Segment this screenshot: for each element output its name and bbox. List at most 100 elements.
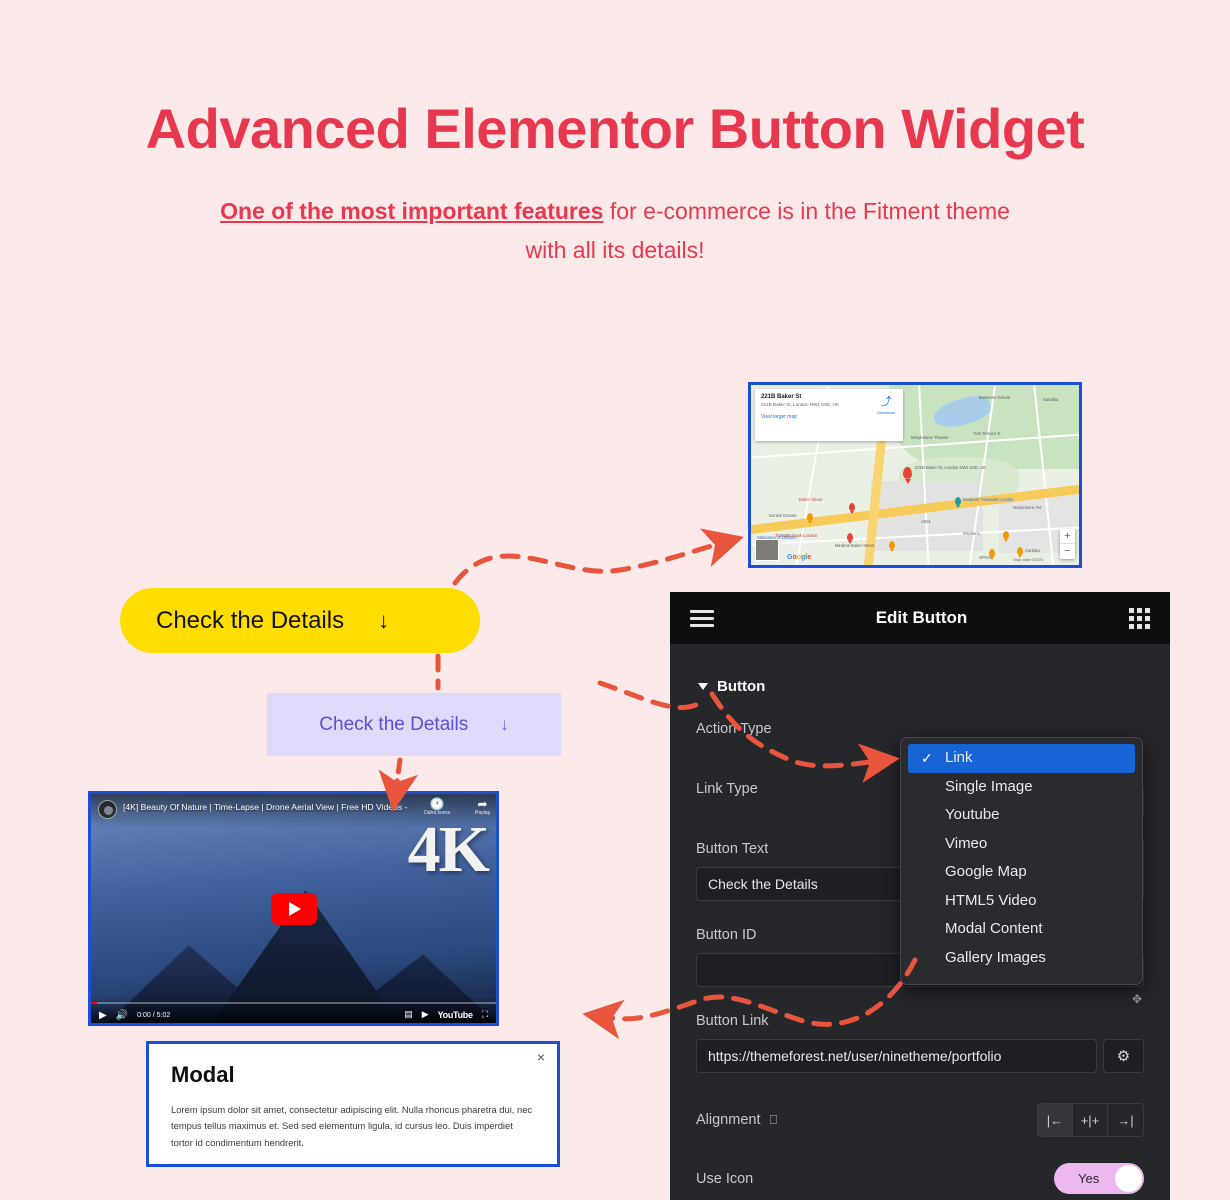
button-link-label: Button Link: [696, 1013, 769, 1029]
map-directions-button[interactable]: ⤴ Directions: [877, 396, 895, 416]
video-title[interactable]: [4K] Beauty Of Nature | Time-Lapse | Dro…: [123, 802, 410, 812]
arrow-down-icon: ↓: [378, 607, 390, 633]
hamburger-menu-icon[interactable]: [690, 606, 714, 631]
yellow-button-label: Check the Details: [156, 606, 345, 634]
widgets-grid-icon[interactable]: [1129, 607, 1150, 629]
use-icon-label: Use Icon: [696, 1170, 754, 1187]
map-zoom-out-button[interactable]: −: [1060, 544, 1075, 559]
map-label-mirabos: Mirabos Baker Street: [835, 543, 875, 548]
share-label: Paylaş: [474, 810, 490, 816]
button-link-field-group: https://themeforest.net/user/ninetheme/p…: [696, 1039, 1144, 1073]
arrow-purple-to-video: [378, 757, 419, 812]
arrow-down-icon: ↓: [500, 714, 509, 734]
action-type-label: Action Type: [696, 721, 772, 737]
map-marker-carlotta[interactable]: [1017, 547, 1023, 555]
dropdown-option-vimeo[interactable]: Vimeo: [901, 830, 1142, 859]
map-label-dunkin: Dunkin Donuts: [769, 513, 797, 518]
align-center-button[interactable]: +|+: [1073, 1104, 1108, 1136]
directions-icon: ⤴: [880, 396, 892, 408]
use-icon-toggle-value: Yes: [1078, 1171, 1100, 1186]
youtube-brand-label: YouTube: [437, 1009, 473, 1020]
section-button-header[interactable]: Button: [696, 644, 1144, 695]
row-action-type: Action Type: [696, 721, 1144, 737]
modal-dialog: × Modal Lorem ipsum dolor sit amet, cons…: [146, 1041, 560, 1167]
map-label-marylebone-rd: Marylebone Rd: [1013, 505, 1042, 510]
link-type-label: Link Type: [696, 781, 758, 797]
volume-icon[interactable]: 🔊: [116, 1010, 128, 1021]
modal-body-text: Lorem ipsum dolor sit amet, consectetur …: [171, 1104, 533, 1148]
dropdown-option-modal-content[interactable]: Modal Content: [901, 915, 1142, 944]
dropdown-option-link[interactable]: Link: [908, 744, 1135, 773]
map-label-business-school: Business School: [979, 395, 1010, 400]
map-marker-fischers[interactable]: [1003, 531, 1009, 539]
share-button[interactable]: ➦ Paylaş: [475, 798, 490, 816]
page-subtitle: One of the most important features for e…: [215, 192, 1015, 270]
alignment-label-group: Alignment ⎕: [696, 1112, 777, 1128]
map-marker-main[interactable]: [903, 467, 912, 479]
map-directions-label: Directions: [877, 410, 895, 415]
chevron-down-icon: [698, 683, 708, 690]
dropdown-option-html5-video[interactable]: HTML5 Video: [901, 887, 1142, 916]
dropdown-option-google-map[interactable]: Google Map: [901, 858, 1142, 887]
video-progress-bar[interactable]: [91, 1002, 496, 1004]
fullscreen-icon[interactable]: ⛶: [482, 1009, 488, 1020]
map-canvas[interactable]: 221B Baker St, London NW1 6XE, UK Madame…: [751, 385, 1079, 565]
align-left-button[interactable]: |←: [1038, 1104, 1073, 1136]
panel-header: Edit Button: [670, 592, 1170, 644]
map-street-view-thumbnail[interactable]: [755, 539, 779, 561]
row-alignment: Alignment ⎕ |← +|+ →|: [696, 1103, 1144, 1137]
arrow-to-map: [452, 528, 744, 586]
google-logo: Google: [787, 554, 812, 561]
modal-title: Modal: [171, 1062, 235, 1087]
row-button-link: Button Link: [696, 1013, 1144, 1029]
map-label-baker-street: Baker Street: [799, 497, 823, 502]
dropdown-option-single-image[interactable]: Single Image: [901, 773, 1142, 802]
toggle-knob: [1115, 1165, 1142, 1192]
subtitle-emphasis: One of the most important features: [220, 198, 604, 224]
modal-close-icon[interactable]: ×: [537, 1050, 545, 1064]
gear-icon[interactable]: ⚙: [1103, 1039, 1144, 1073]
watch-later-label: Daha sonra: [424, 810, 450, 816]
page-title: Advanced Elementor Button Widget: [145, 97, 1085, 160]
map-label-a501: A501: [921, 519, 931, 524]
map-info-card[interactable]: 221B Baker St 221B Baker St, London NW1 …: [755, 389, 903, 441]
dropdown-option-youtube[interactable]: Youtube: [901, 801, 1142, 830]
purple-button-label: Check the Details: [319, 713, 469, 735]
google-map-preview[interactable]: 221B Baker St, London NW1 6XE, UK Madame…: [748, 382, 1082, 568]
watch-later-button[interactable]: 🕐 Daha sonra: [424, 798, 450, 816]
map-zoom-controls[interactable]: + −: [1060, 529, 1075, 559]
map-marker-label: 221B Baker St, London NW1 6XE, UK: [915, 465, 986, 470]
map-label-a41: A41: [781, 533, 789, 538]
action-type-dropdown[interactable]: Link Single Image Youtube Vimeo Google M…: [900, 737, 1143, 985]
play-icon[interactable]: ▶: [99, 1010, 107, 1021]
button-id-label: Button ID: [696, 927, 757, 943]
map-credit-text: Map data ©2023: [1013, 557, 1043, 562]
alignment-button-group[interactable]: |← +|+ →|: [1037, 1103, 1144, 1137]
play-button[interactable]: [270, 892, 317, 925]
clock-icon: 🕐: [429, 797, 445, 811]
map-marker-mirabos[interactable]: [889, 541, 895, 549]
map-marker-dunkin[interactable]: [807, 513, 813, 521]
video-left-controls[interactable]: ▶ 🔊 0:00 / 5:02: [99, 1010, 170, 1021]
map-marker-landmark[interactable]: [847, 533, 853, 541]
button-text-label: Button Text: [696, 841, 769, 857]
dropdown-option-gallery-images[interactable]: Gallery Images: [901, 944, 1142, 973]
subtitles-icon[interactable]: ▤: [404, 1009, 413, 1020]
map-label-sandsta: Sandsta: [1043, 397, 1059, 402]
use-icon-toggle[interactable]: Yes: [1054, 1163, 1144, 1194]
check-details-purple-button[interactable]: Check the Details ↓: [267, 693, 561, 756]
dynamic-tags-icon[interactable]: ✥: [1132, 992, 1142, 1006]
channel-avatar[interactable]: [98, 800, 117, 819]
youtube-video-preview[interactable]: 4K [4K] Beauty Of Nature | Time-Lapse | …: [88, 791, 499, 1026]
button-link-input[interactable]: https://themeforest.net/user/ninetheme/p…: [696, 1039, 1097, 1073]
video-right-controls[interactable]: ▤ ▶ YouTube ⛶: [404, 1009, 488, 1020]
map-label-tussauds: Madame Tussauds London: [963, 497, 1014, 502]
align-right-button[interactable]: →|: [1108, 1104, 1143, 1136]
map-zoom-in-button[interactable]: +: [1060, 529, 1075, 544]
map-label-opso: OPSO: [979, 555, 992, 560]
check-details-yellow-button[interactable]: Check the Details ↓: [120, 588, 480, 653]
monitor-icon[interactable]: ⎕: [769, 1112, 777, 1128]
map-marker-tussauds[interactable]: [955, 497, 961, 505]
youtube-icon[interactable]: ▶: [422, 1009, 429, 1020]
map-marker-baker-street[interactable]: [849, 503, 855, 511]
